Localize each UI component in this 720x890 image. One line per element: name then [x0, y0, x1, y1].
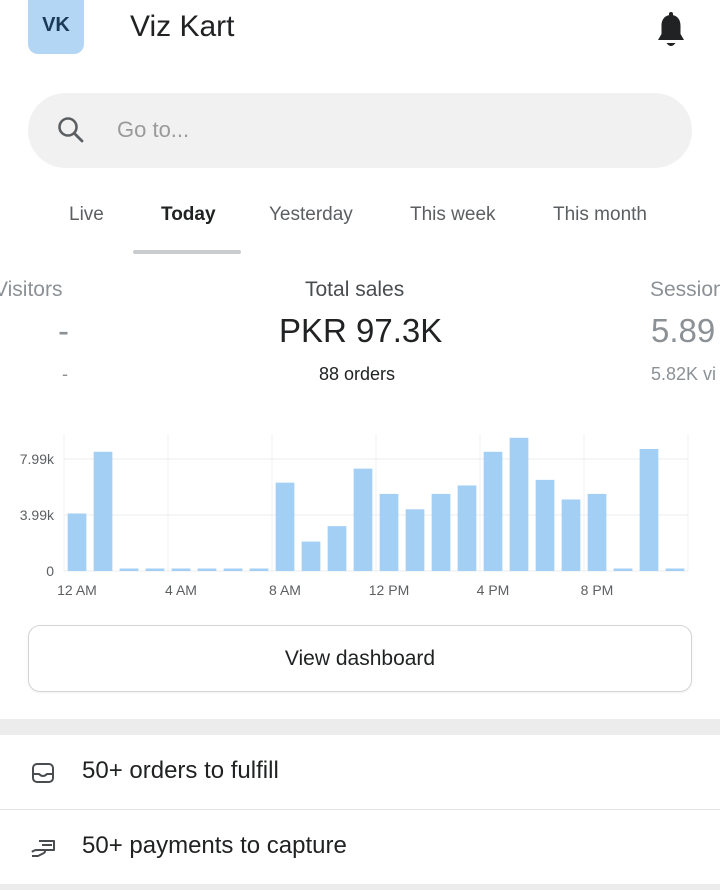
chart-bar[interactable]: [197, 568, 217, 572]
total-sales-orders: 88 orders: [319, 364, 396, 384]
sessions-label: Sessions: [650, 278, 720, 301]
chart-bar[interactable]: [171, 568, 191, 572]
chart-bar[interactable]: [379, 493, 399, 571]
x-tick-label: 12 PM: [369, 582, 409, 598]
task-label: 50+ payments to capture: [82, 832, 347, 859]
chart-bar[interactable]: [353, 468, 373, 571]
chart-bar[interactable]: [665, 568, 685, 572]
chart-bar[interactable]: [613, 568, 633, 572]
chart-bar[interactable]: [119, 568, 139, 572]
chart-bar[interactable]: [431, 493, 451, 571]
chart-bar[interactable]: [509, 437, 529, 571]
payment-hand-icon: [31, 840, 55, 857]
chart-bar[interactable]: [93, 451, 113, 571]
chart-bar[interactable]: [457, 485, 477, 571]
bell-icon[interactable]: [654, 12, 688, 50]
sessions-sub: 5.82K vi: [651, 364, 717, 384]
task-orders-to-fulfill[interactable]: 50+ orders to fulfill: [0, 735, 720, 811]
visitors-label: Visitors: [0, 278, 63, 301]
sessions-value: 5.89: [651, 312, 716, 349]
chart-bar[interactable]: [67, 513, 87, 571]
chart-bar[interactable]: [405, 509, 425, 571]
store-name[interactable]: Viz Kart: [130, 10, 235, 44]
task-label: 50+ orders to fulfill: [82, 757, 279, 784]
x-tick-label: 4 PM: [477, 582, 510, 598]
chart-bar[interactable]: [301, 541, 321, 571]
bottom-divider: [0, 884, 720, 890]
top-bar: VK Viz Kart: [0, 0, 720, 70]
tab-live[interactable]: Live: [69, 204, 104, 226]
tab-this-month[interactable]: This month: [553, 204, 647, 226]
store-avatar[interactable]: VK: [28, 0, 84, 54]
chart-bar[interactable]: [145, 568, 165, 572]
task-payments-to-capture[interactable]: 50+ payments to capture: [0, 810, 720, 886]
view-dashboard-button[interactable]: View dashboard: [28, 625, 692, 692]
chart-bar[interactable]: [587, 493, 607, 571]
total-sales-label: Total sales: [305, 278, 405, 301]
date-range-tabs: Live Today Yesterday This week This mont…: [0, 190, 720, 255]
y-tick-label: 3.99k: [20, 507, 55, 523]
chart-bar[interactable]: [535, 479, 555, 571]
chart-bar[interactable]: [483, 451, 503, 571]
section-divider: [0, 719, 720, 735]
tab-today[interactable]: Today: [161, 204, 216, 226]
search-icon: [58, 117, 84, 143]
chart-bar[interactable]: [327, 526, 347, 571]
visitors-sub: -: [62, 364, 68, 384]
chart-bar[interactable]: [561, 499, 581, 571]
chart-bar[interactable]: [223, 568, 243, 572]
inbox-icon: [32, 763, 54, 783]
avatar-initials: VK: [42, 13, 70, 36]
tab-this-week[interactable]: This week: [410, 204, 496, 226]
y-tick-label: 7.99k: [20, 451, 55, 467]
chart-bar[interactable]: [275, 482, 295, 571]
sales-bar-chart[interactable]: 0 3.99k 7.99k 12 AM 4 AM 8 AM 12 PM 4 PM 8 PM: [0, 430, 720, 600]
x-tick-label: 12 AM: [57, 582, 97, 598]
x-tick-label: 8 PM: [581, 582, 614, 598]
tab-yesterday[interactable]: Yesterday: [269, 204, 353, 226]
visitors-value: -: [58, 312, 69, 349]
search-placeholder: Go to...: [117, 117, 190, 142]
total-sales-value: PKR 97.3K: [279, 312, 443, 349]
chart-bar[interactable]: [249, 568, 269, 572]
chart-bar[interactable]: [639, 449, 659, 571]
x-tick-label: 8 AM: [269, 582, 301, 598]
active-tab-indicator: [133, 250, 241, 254]
y-tick-label: 0: [46, 563, 54, 579]
x-tick-label: 4 AM: [165, 582, 197, 598]
search-bar[interactable]: Go to...: [28, 93, 692, 168]
